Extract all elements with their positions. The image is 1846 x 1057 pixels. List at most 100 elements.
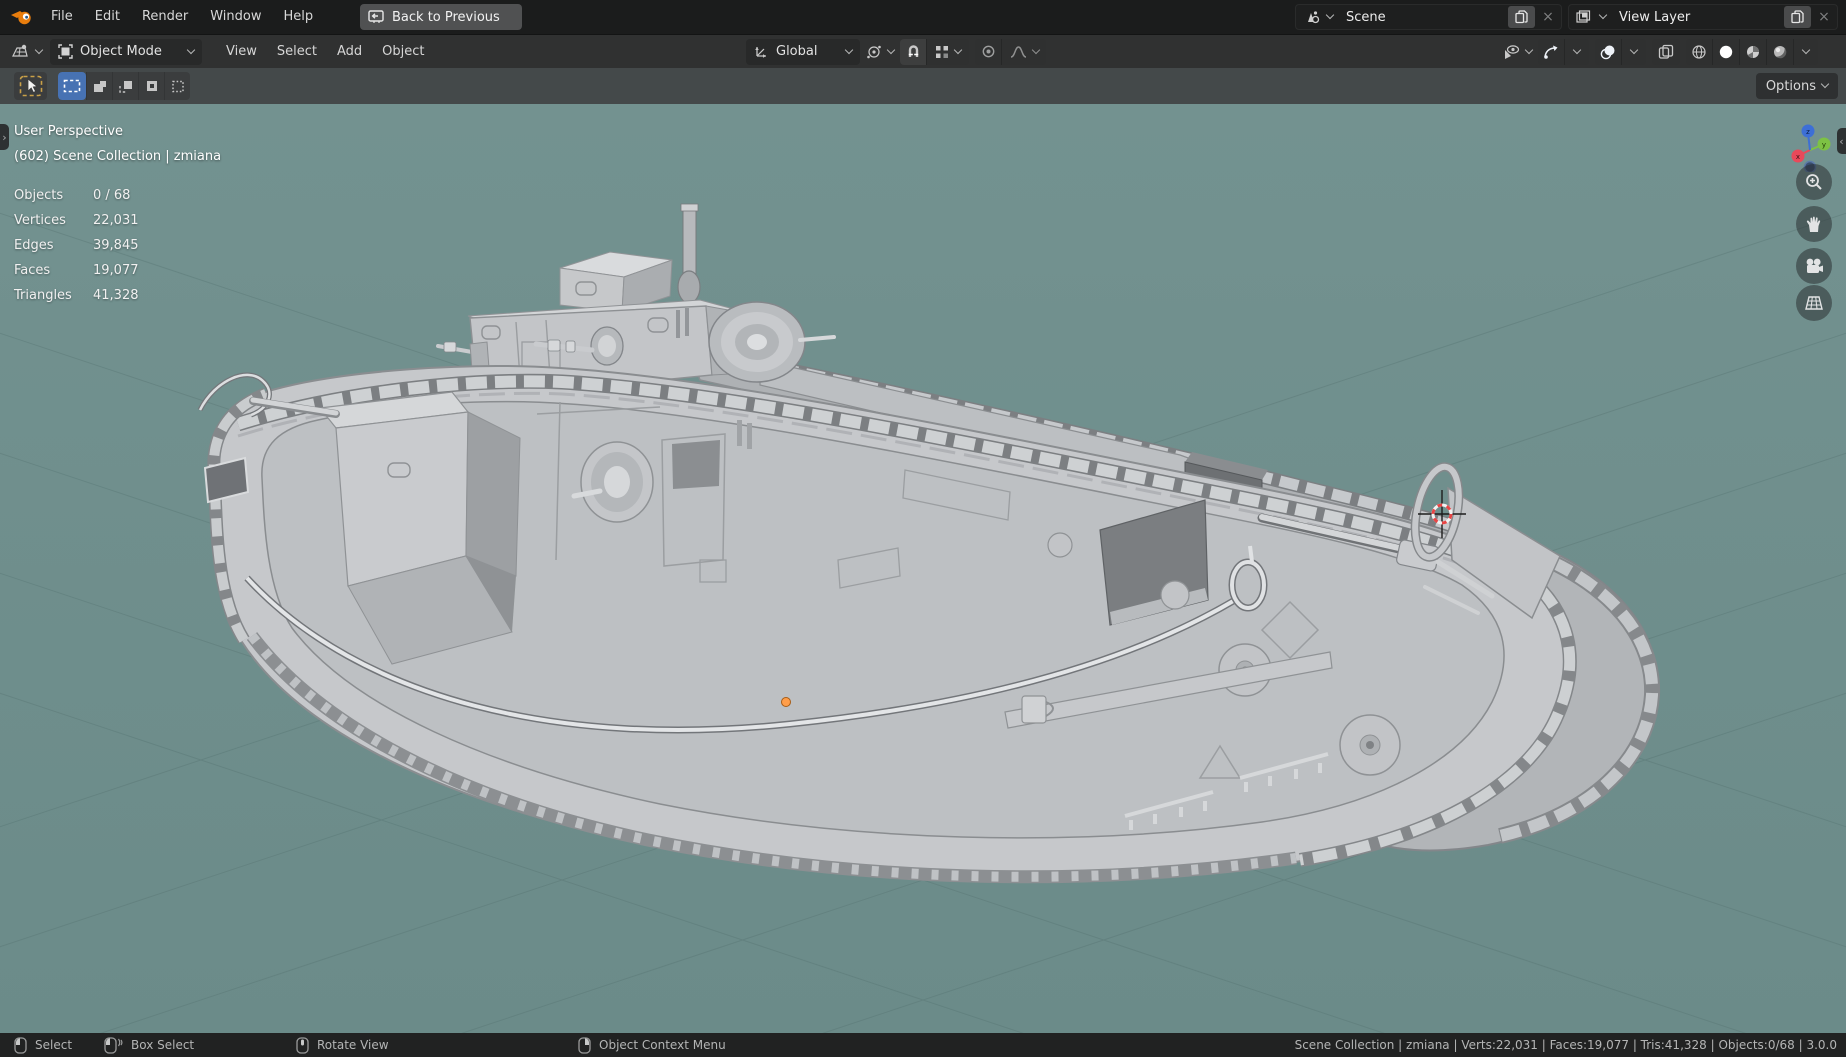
toolbar-expand-tab[interactable]: › (0, 124, 9, 150)
tweak-tool-button[interactable] (14, 72, 47, 100)
stat-label: Vertices (14, 213, 66, 228)
menu-window[interactable]: Window (199, 4, 272, 30)
ortho-grid-icon (1805, 296, 1823, 310)
pan-button[interactable] (1796, 206, 1832, 242)
menu-object[interactable]: Object (372, 44, 434, 59)
falloff-dropdown[interactable] (1002, 38, 1046, 65)
select-subtract-icon (118, 80, 132, 93)
menu-help[interactable]: Help (273, 4, 325, 30)
svg-text:x: x (1796, 153, 1800, 161)
view-layer-name[interactable]: View Layer (1610, 10, 1784, 25)
wireframe-icon (1692, 44, 1706, 59)
select-mode-invert-button[interactable] (138, 72, 164, 100)
object-origin-dot (781, 697, 791, 707)
select-mode-intersect-button[interactable] (164, 72, 190, 100)
chevron-down-icon (1598, 10, 1608, 20)
display-cluster (1502, 38, 1818, 65)
snap-with-icon (936, 45, 948, 58)
menu-edit[interactable]: Edit (84, 4, 131, 30)
mouse-left-drag-icon (104, 1036, 123, 1054)
view-layer-copy-button[interactable] (1784, 6, 1811, 28)
scene-unlink-button[interactable]: × (1537, 6, 1559, 28)
snap-with-dropdown[interactable] (927, 38, 969, 65)
viewport[interactable]: User Perspective (602) Scene Collection … (0, 104, 1846, 1033)
menu-add[interactable]: Add (327, 44, 372, 59)
mouse-middle-icon (296, 1036, 309, 1054)
mode-label: Object Mode (80, 44, 162, 59)
pivot-icon (867, 45, 881, 58)
chevron-down-icon (953, 45, 963, 54)
scene-copy-button[interactable] (1508, 6, 1535, 28)
selectability-dropdown[interactable] (1502, 39, 1534, 65)
view-label: User Perspective (14, 124, 124, 139)
stat-value: 39,845 (93, 238, 139, 253)
blender-window: File Edit Render Window Help Back to Pre… (0, 0, 1846, 1057)
select-mode-extend-button[interactable] (86, 72, 112, 100)
menu-view[interactable]: View (216, 44, 267, 59)
pivot-point-dropdown[interactable] (866, 39, 896, 65)
back-to-previous-button[interactable]: Back to Previous (360, 4, 522, 30)
snap-toggle[interactable] (900, 38, 927, 65)
camera-view-button[interactable] (1796, 248, 1832, 284)
pan-hand-icon (1806, 216, 1821, 232)
stat-value: 19,077 (93, 263, 139, 278)
select-mode-set-button[interactable] (58, 72, 86, 100)
gizmos-toggle[interactable] (1538, 38, 1565, 65)
shading-rendered-button[interactable] (1767, 38, 1794, 65)
options-label: Options (1765, 78, 1816, 94)
overlays-toggle[interactable] (1595, 38, 1622, 65)
editor-type-button[interactable] (10, 39, 44, 65)
sidebar-expand-tab[interactable]: ‹ (1837, 128, 1846, 154)
scene-name[interactable]: Scene (1337, 10, 1508, 25)
hint-label: Object Context Menu (599, 1038, 726, 1052)
ortho-toggle-button[interactable] (1796, 285, 1832, 321)
hint-label: Box Select (131, 1038, 195, 1052)
snap-group (900, 38, 969, 65)
stat-value: 0 / 68 (93, 188, 131, 203)
shading-wireframe-button[interactable] (1686, 38, 1713, 65)
menu-file[interactable]: File (40, 4, 84, 30)
tweak-icon (19, 75, 42, 97)
shading-dropdown[interactable] (1794, 38, 1818, 65)
stat-label: Objects (14, 188, 64, 203)
zoom-button[interactable] (1796, 164, 1832, 200)
scene-icon[interactable] (1296, 5, 1337, 29)
menu-select[interactable]: Select (267, 44, 327, 59)
editor-type-icon (12, 44, 28, 57)
scene-selector[interactable]: Scene × (1295, 4, 1562, 30)
box-select-icon (63, 79, 81, 93)
scene-glyph (1308, 11, 1320, 24)
view-layer-unlink-button[interactable]: × (1813, 6, 1835, 28)
orientation-label: Global (776, 44, 818, 59)
orientation-dropdown[interactable]: Global (746, 38, 860, 65)
hint-label: Select (35, 1038, 73, 1052)
options-button[interactable]: Options (1755, 73, 1838, 99)
chevron-down-icon (186, 45, 196, 54)
navigation-gizmo[interactable]: x y z (1780, 112, 1840, 172)
shading-solid-button[interactable] (1713, 38, 1740, 65)
select-mode-subtract-button[interactable] (112, 72, 138, 100)
overlays-dropdown[interactable] (1622, 38, 1646, 65)
blender-logo[interactable] (10, 9, 34, 25)
chevron-down-icon (844, 45, 854, 54)
mode-dropdown[interactable]: Object Mode (50, 38, 202, 65)
zoom-plus-icon (1806, 174, 1822, 190)
proportional-icon (982, 45, 994, 58)
view-layer-icon[interactable] (1569, 5, 1610, 29)
proportional-toggle[interactable] (975, 38, 1002, 65)
statusbar: Select Box Select Rotate View Object Con… (0, 1033, 1846, 1057)
viewport-canvas[interactable] (0, 104, 1846, 1033)
falloff-icon (1010, 45, 1026, 58)
shading-material-button[interactable] (1740, 38, 1767, 65)
hint-label: Rotate View (317, 1038, 389, 1052)
gizmos-dropdown[interactable] (1565, 38, 1589, 65)
view-layer-selector[interactable]: View Layer × (1568, 4, 1838, 30)
rendered-icon (1774, 45, 1787, 58)
shading-group (1686, 38, 1818, 65)
chevron-down-icon (1325, 10, 1335, 20)
xray-toggle[interactable] (1652, 38, 1680, 65)
xray-icon (1658, 44, 1674, 59)
stat-value: 41,328 (93, 288, 139, 303)
menu-render[interactable]: Render (131, 4, 199, 30)
copy-icon (1515, 10, 1528, 24)
